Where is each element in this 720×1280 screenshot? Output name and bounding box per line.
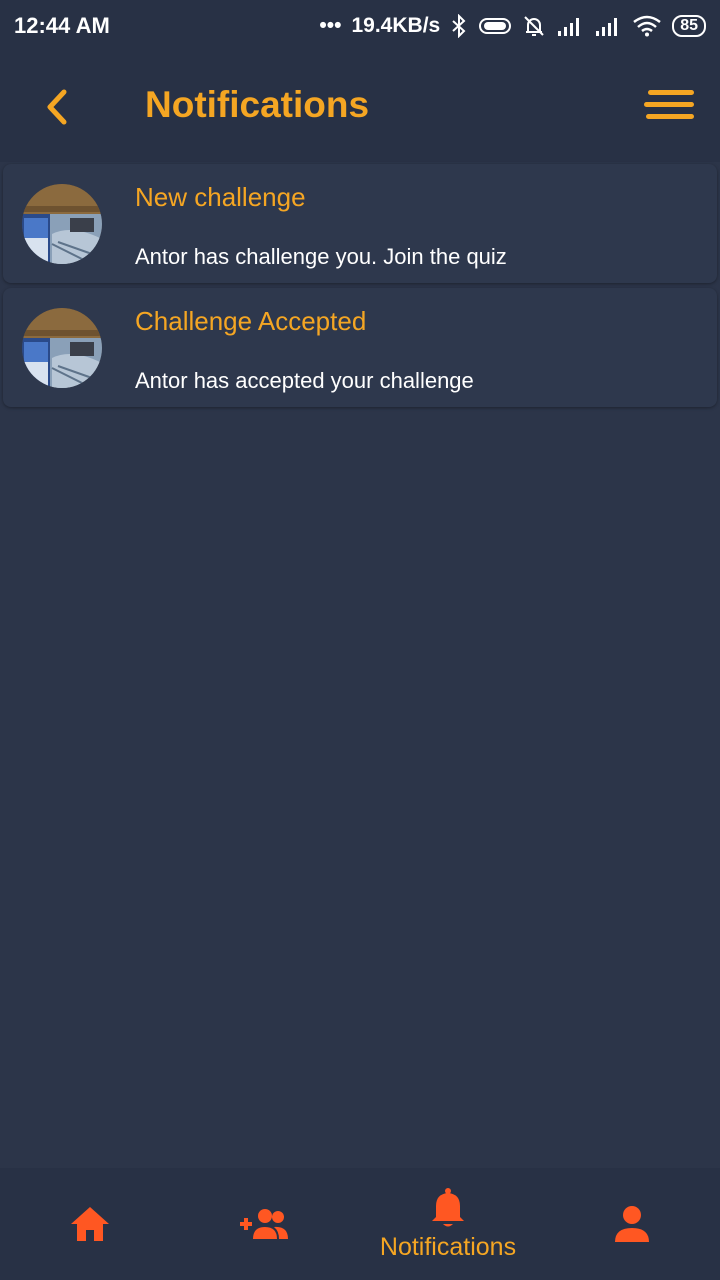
- wifi-icon: [633, 15, 661, 37]
- bottom-nav: Notifications: [0, 1168, 720, 1280]
- notification-title: Challenge Accepted: [135, 306, 367, 336]
- back-button[interactable]: [34, 82, 78, 132]
- add-friend-icon: [240, 1209, 288, 1239]
- bluetooth-icon: [452, 14, 466, 38]
- nav-notifications[interactable]: Notifications: [358, 1168, 538, 1280]
- notification-item[interactable]: New challenge Antor has challenge you. J…: [3, 164, 717, 283]
- vibrate-icon: [479, 18, 512, 34]
- notification-item[interactable]: Challenge Accepted Antor has accepted yo…: [3, 288, 717, 407]
- notification-body: Antor has challenge you. Join the quiz: [135, 244, 507, 269]
- nav-add-friend[interactable]: [174, 1168, 354, 1280]
- battery-icon: 85: [672, 15, 706, 37]
- avatar: [22, 308, 102, 388]
- notification-body: Antor has accepted your challenge: [135, 368, 474, 393]
- page-title: Notifications: [145, 84, 370, 125]
- signal-icon: [558, 18, 580, 36]
- home-icon: [71, 1207, 109, 1241]
- status-time: 12:44 AM: [14, 13, 110, 38]
- status-icons: ••• 19.4KB/s 85: [319, 14, 706, 38]
- alarm-off-icon: [524, 16, 544, 36]
- notification-title: New challenge: [135, 182, 306, 212]
- signal-icon: [596, 18, 618, 36]
- sort-lines-icon: [648, 90, 694, 95]
- nav-profile[interactable]: [542, 1168, 720, 1280]
- avatar: [22, 184, 102, 264]
- nav-notifications-label: Notifications: [379, 1232, 517, 1261]
- app-bar: Notifications: [0, 52, 720, 162]
- bell-icon: [432, 1187, 464, 1226]
- sort-menu-button[interactable]: [640, 86, 694, 126]
- chevron-left-icon: [47, 89, 67, 125]
- nav-home[interactable]: [0, 1168, 180, 1280]
- more-dots: •••: [319, 14, 342, 37]
- notification-list: New challenge Antor has challenge you. J…: [0, 164, 720, 412]
- network-speed: 19.4KB/s: [351, 14, 441, 37]
- person-icon: [615, 1206, 649, 1242]
- status-bar: 12:44 AM ••• 19.4KB/s 85: [0, 0, 720, 52]
